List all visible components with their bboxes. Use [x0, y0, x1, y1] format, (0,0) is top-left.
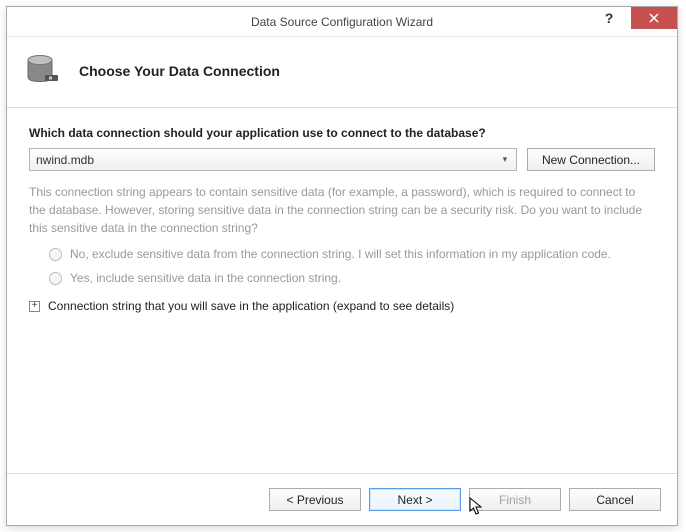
expand-plus-icon: +: [29, 301, 40, 312]
connection-dropdown-value: nwind.mdb: [36, 153, 94, 167]
new-connection-button[interactable]: New Connection...: [527, 148, 655, 171]
sensitive-data-info: This connection string appears to contai…: [29, 183, 655, 237]
titlebar: Data Source Configuration Wizard ?: [7, 7, 677, 37]
wizard-content: Which data connection should your applic…: [7, 108, 677, 473]
wizard-header: Choose Your Data Connection: [7, 37, 677, 108]
sensitive-radio-group: No, exclude sensitive data from the conn…: [29, 247, 655, 285]
radio-include-sensitive: Yes, include sensitive data in the conne…: [49, 271, 655, 285]
database-icon: [25, 53, 61, 89]
connection-row: nwind.mdb ▾ New Connection...: [29, 148, 655, 171]
close-icon: [649, 13, 659, 23]
new-connection-label: New Connection...: [542, 153, 640, 167]
radio-icon: [49, 248, 62, 261]
radio-icon: [49, 272, 62, 285]
previous-button[interactable]: < Previous: [269, 488, 361, 511]
finish-label: Finish: [499, 493, 531, 507]
next-label: Next >: [397, 493, 432, 507]
close-button[interactable]: [631, 7, 677, 29]
previous-label: < Previous: [286, 493, 343, 507]
expander-label: Connection string that you will save in …: [48, 299, 454, 313]
wizard-window: Data Source Configuration Wizard ? Choos…: [6, 6, 678, 526]
titlebar-controls: ?: [587, 7, 677, 36]
page-title: Choose Your Data Connection: [79, 63, 280, 79]
radio-yes-label: Yes, include sensitive data in the conne…: [70, 271, 341, 285]
connection-question: Which data connection should your applic…: [29, 126, 655, 140]
help-button[interactable]: ?: [587, 7, 631, 29]
wizard-footer: < Previous Next > Finish Cancel: [7, 473, 677, 525]
connection-string-expander[interactable]: + Connection string that you will save i…: [29, 299, 655, 313]
connection-dropdown[interactable]: nwind.mdb ▾: [29, 148, 517, 171]
radio-exclude-sensitive: No, exclude sensitive data from the conn…: [49, 247, 655, 261]
next-button[interactable]: Next >: [369, 488, 461, 511]
cancel-button[interactable]: Cancel: [569, 488, 661, 511]
chevron-down-icon: ▾: [496, 151, 514, 168]
finish-button: Finish: [469, 488, 561, 511]
cancel-label: Cancel: [596, 493, 633, 507]
radio-no-label: No, exclude sensitive data from the conn…: [70, 247, 611, 261]
window-title: Data Source Configuration Wizard: [251, 15, 433, 29]
